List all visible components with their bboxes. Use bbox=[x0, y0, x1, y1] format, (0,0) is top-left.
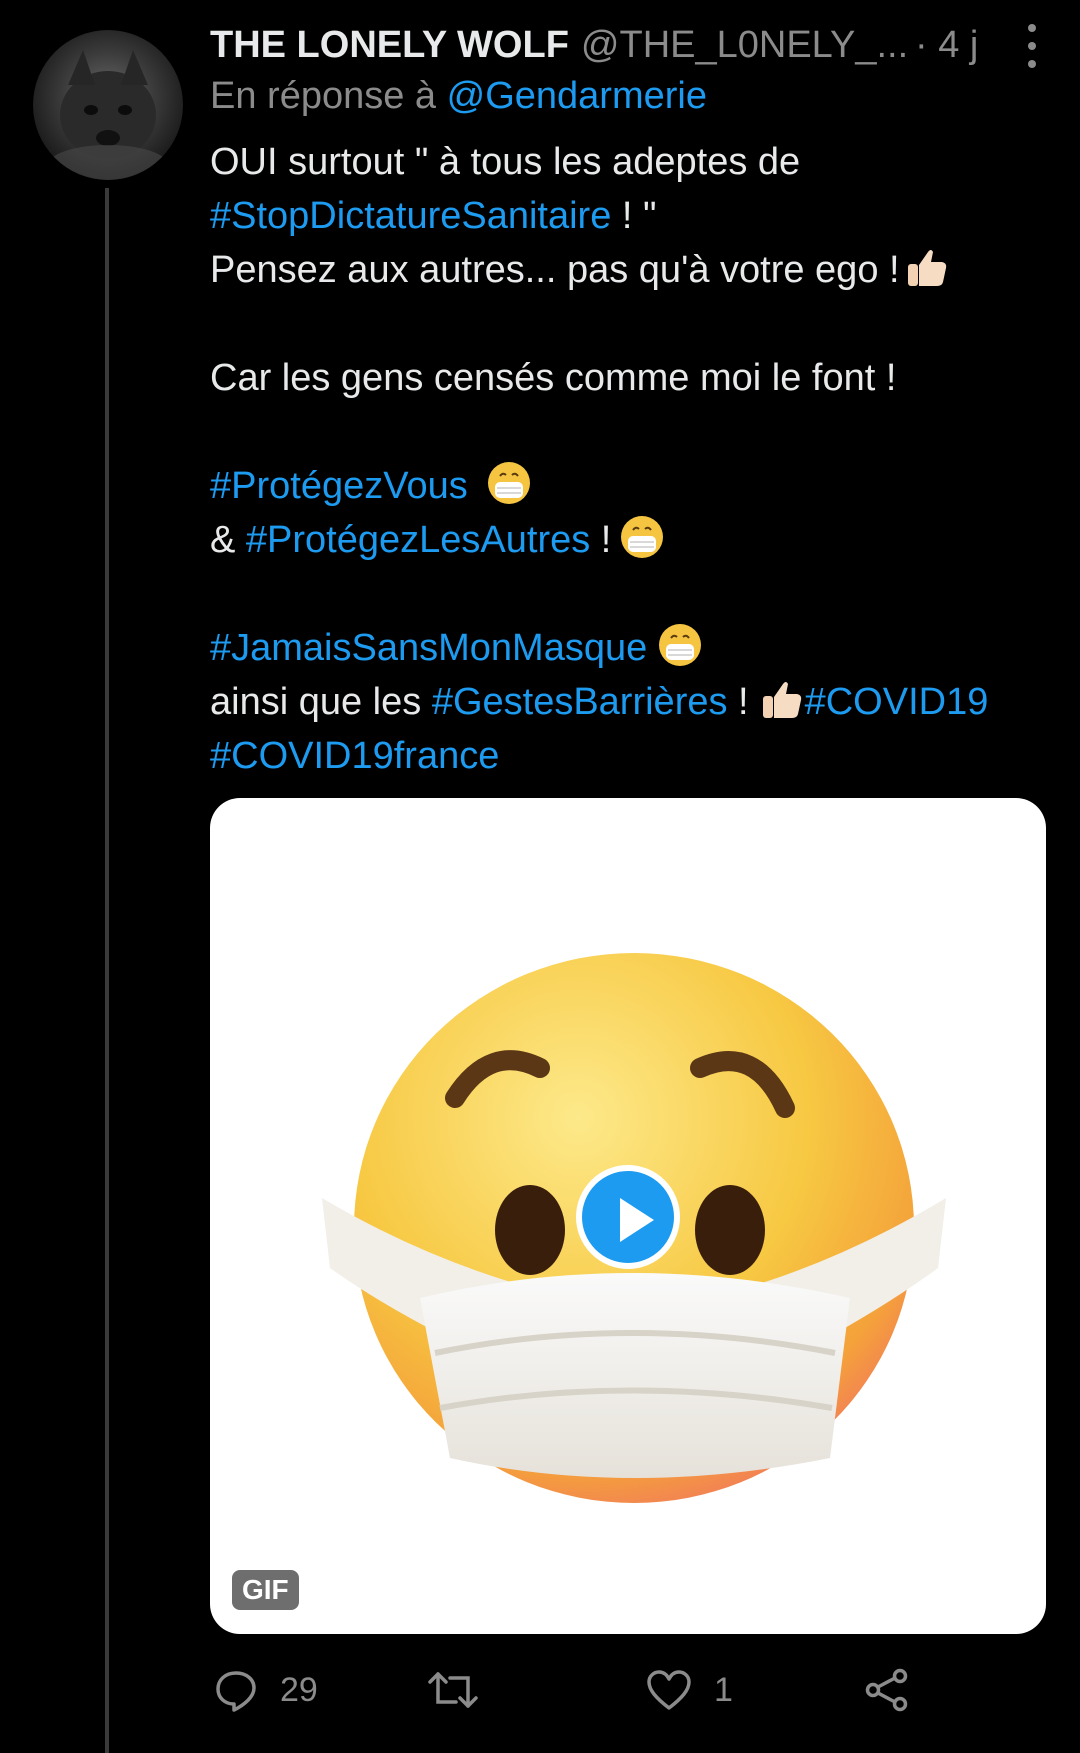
mask-face-emoji-icon bbox=[487, 462, 530, 504]
tweet-line: OUI surtout " à tous les adeptes de bbox=[210, 135, 1050, 189]
avatar[interactable] bbox=[33, 30, 183, 180]
text: ! " bbox=[611, 195, 657, 237]
like-count: 1 bbox=[714, 1670, 733, 1709]
reply-button[interactable]: 29 bbox=[214, 1660, 318, 1720]
hashtag-link[interactable]: #StopDictatureSanitaire bbox=[210, 195, 611, 237]
user-handle[interactable]: @THE_L0NELY_... bbox=[581, 24, 908, 67]
tweet-line: ainsi que les #GestesBarrières ! #COVID1… bbox=[210, 675, 1050, 729]
share-button[interactable] bbox=[864, 1660, 910, 1720]
tweet-text: OUI surtout " à tous les adeptes de #Sto… bbox=[210, 135, 1050, 783]
share-icon bbox=[865, 1668, 908, 1712]
text: ! bbox=[727, 681, 749, 723]
text: ainsi que les bbox=[210, 681, 432, 723]
wolf-avatar-image bbox=[48, 50, 168, 180]
tweet-header: THE LONELY WOLF @THE_L0NELY_... · 4 j bbox=[210, 18, 1050, 72]
heart-icon bbox=[647, 1670, 691, 1710]
hashtag-link[interactable]: #ProtégezLesAutres bbox=[246, 519, 590, 561]
tweet-line: Car les gens censés comme moi le font ! bbox=[210, 351, 1050, 405]
thumbs-up-icon bbox=[907, 250, 946, 286]
tweet-line: & #ProtégezLesAutres ! bbox=[210, 513, 1050, 567]
hashtag-link[interactable]: #COVID19 bbox=[805, 681, 989, 723]
reply-prefix: En réponse à bbox=[210, 75, 437, 117]
tweet-line: Pensez aux autres... pas qu'à votre ego … bbox=[210, 243, 1050, 297]
hashtag-link[interactable]: #GestesBarrières bbox=[432, 681, 728, 723]
text: ! bbox=[590, 519, 612, 561]
thread-connector-line bbox=[105, 188, 109, 1753]
like-button[interactable]: 1 bbox=[646, 1660, 733, 1720]
text: Car les gens censés comme moi le font ! bbox=[210, 357, 897, 399]
timestamp[interactable]: · 4 j bbox=[915, 24, 978, 67]
text: OUI surtout " à tous les adeptes de bbox=[210, 141, 801, 183]
play-button[interactable] bbox=[576, 1165, 680, 1269]
mask-face-emoji-icon bbox=[621, 516, 664, 558]
more-options-button[interactable] bbox=[1018, 24, 1046, 68]
tweet-line: #JamaisSansMonMasque bbox=[210, 621, 1050, 675]
gif-media[interactable]: GIF bbox=[210, 798, 1046, 1634]
hashtag-link[interactable]: #ProtégezVous bbox=[210, 465, 468, 507]
reply-context: En réponse à @Gendarmerie bbox=[210, 75, 707, 118]
tweet-view: THE LONELY WOLF @THE_L0NELY_... · 4 j En… bbox=[0, 0, 1080, 1753]
retweet-icon bbox=[428, 1672, 478, 1708]
more-icon-dot bbox=[1028, 60, 1036, 68]
more-icon-dot bbox=[1028, 24, 1036, 32]
tweet-line: #StopDictatureSanitaire ! " bbox=[210, 189, 1050, 243]
tweet-line: #COVID19france bbox=[210, 729, 1050, 783]
hashtag-link[interactable]: #COVID19france bbox=[210, 735, 499, 777]
mask-face-emoji-icon bbox=[659, 624, 702, 666]
retweet-button[interactable] bbox=[428, 1660, 500, 1720]
display-name[interactable]: THE LONELY WOLF bbox=[210, 24, 569, 67]
reply-count: 29 bbox=[280, 1670, 318, 1709]
tweet-line: #ProtégezVous bbox=[210, 459, 1050, 513]
gif-badge: GIF bbox=[232, 1570, 299, 1610]
more-icon-dot bbox=[1028, 42, 1036, 50]
thumbs-up-icon bbox=[762, 682, 801, 718]
reply-icon bbox=[216, 1671, 256, 1712]
hashtag-link[interactable]: #JamaisSansMonMasque bbox=[210, 627, 647, 669]
reply-to-mention[interactable]: @Gendarmerie bbox=[447, 75, 707, 117]
action-bar: 29 1 bbox=[210, 1660, 1050, 1720]
text: & bbox=[210, 519, 246, 561]
text: Pensez aux autres... pas qu'à votre ego … bbox=[210, 249, 900, 291]
